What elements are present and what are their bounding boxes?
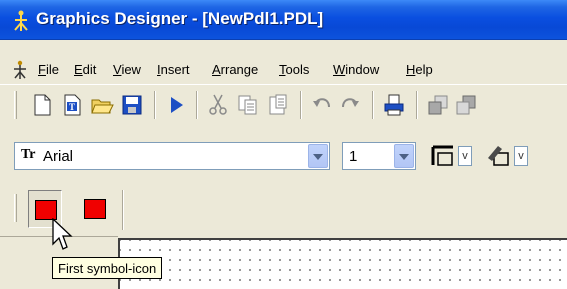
app-logo-icon [14, 10, 28, 31]
print-icon[interactable] [382, 93, 406, 117]
format-toolbar: Tr Arial 1 v v [0, 134, 567, 180]
menu-tools[interactable]: Tools [279, 62, 309, 77]
menu-window[interactable]: Window [333, 62, 379, 77]
font-name-value: Arial [43, 148, 74, 165]
toolbar-grip[interactable] [14, 91, 17, 119]
open-folder-icon[interactable] [90, 93, 114, 117]
new-template-icon[interactable]: T [60, 93, 84, 117]
undo-icon[interactable] [310, 93, 334, 117]
standard-toolbar: T [0, 84, 567, 124]
toolbar-separator [300, 91, 302, 119]
font-name-dropdown[interactable]: Tr Arial [14, 142, 330, 170]
truetype-font-icon: Tr [21, 147, 36, 162]
chevron-down-icon[interactable] [394, 144, 414, 168]
toolbar-separator [154, 91, 156, 119]
font-size-dropdown[interactable]: 1 [342, 142, 416, 170]
menu-insert[interactable]: Insert [157, 62, 190, 77]
mouse-pointer-icon [52, 218, 73, 250]
run-icon[interactable] [164, 93, 188, 117]
new-document-icon[interactable] [30, 93, 54, 117]
copy-icon[interactable] [236, 93, 260, 117]
redo-icon[interactable] [338, 93, 362, 117]
window-title: Graphics Designer - [NewPdl1.PDL] [36, 9, 324, 28]
red-square-icon [35, 200, 57, 220]
toolbar-separator [372, 91, 374, 119]
font-size-value: 1 [349, 148, 358, 165]
toolbar-grip[interactable] [14, 194, 17, 222]
cut-icon[interactable] [206, 93, 230, 117]
paste-icon[interactable] [266, 93, 290, 117]
line-style-icon[interactable] [430, 144, 456, 168]
menu-edit[interactable]: Edit [74, 62, 96, 77]
menu-file[interactable]: File [38, 62, 59, 77]
menu-arrange[interactable]: Arrange [212, 62, 258, 77]
arrange-front-icon[interactable] [426, 93, 450, 117]
chevron-down-icon[interactable] [308, 144, 328, 168]
toolbar-separator [196, 91, 198, 119]
save-icon[interactable] [120, 93, 144, 117]
graphics-designer-window: Graphics Designer - [NewPdl1.PDL] File E… [0, 0, 567, 289]
fill-color-icon[interactable] [486, 144, 512, 168]
symbol-toolbar [0, 186, 567, 234]
red-square-icon [84, 199, 106, 219]
toolbar-separator [122, 190, 124, 230]
toolbar-separator [416, 91, 418, 119]
drawing-canvas[interactable] [118, 238, 567, 289]
document-system-menu-icon[interactable] [12, 60, 28, 80]
line-style-dropdown[interactable]: v [458, 146, 472, 166]
fill-color-dropdown[interactable]: v [514, 146, 528, 166]
second-symbol-button[interactable] [78, 190, 112, 228]
arrange-back-icon[interactable] [454, 93, 478, 117]
tooltip: First symbol-icon [52, 257, 163, 279]
title-bar[interactable]: Graphics Designer - [NewPdl1.PDL] [0, 0, 567, 40]
menu-view[interactable]: View [113, 62, 141, 77]
menu-help[interactable]: Help [406, 62, 433, 77]
svg-text:T: T [69, 102, 75, 112]
